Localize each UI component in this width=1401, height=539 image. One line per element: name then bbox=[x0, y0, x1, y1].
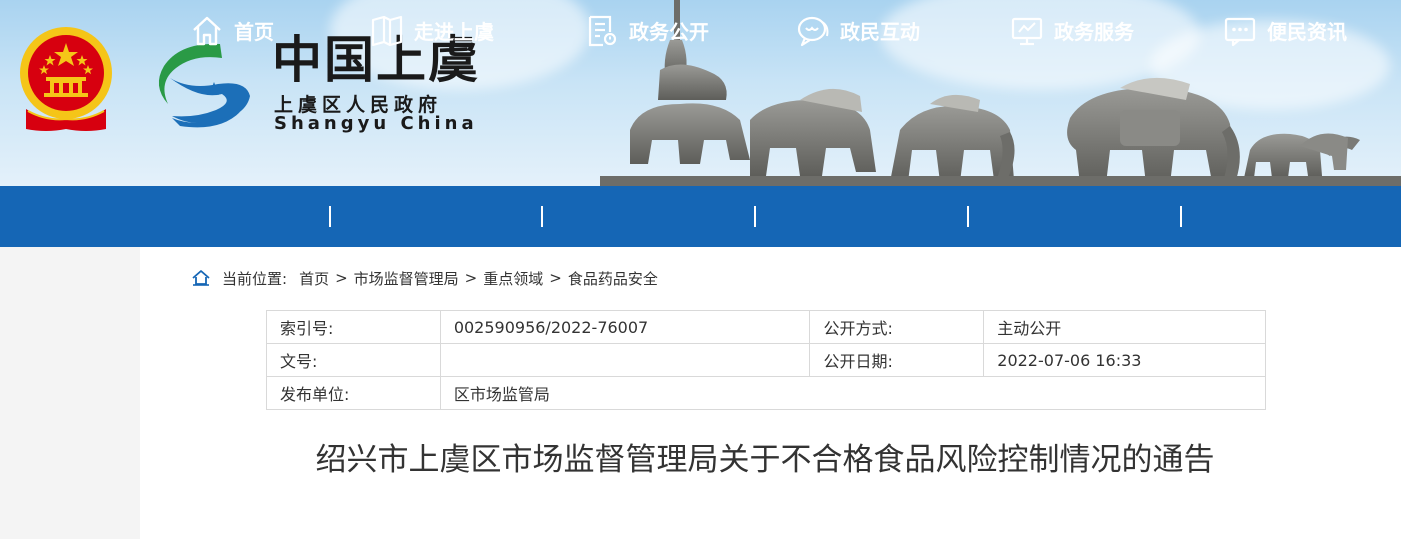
nav-separator bbox=[1180, 206, 1182, 227]
monitor-icon bbox=[1011, 17, 1043, 45]
doc-no-label: 文号: bbox=[266, 343, 441, 377]
doc-no-value bbox=[439, 343, 811, 377]
nav-item-label: 便民资讯 bbox=[1267, 20, 1347, 44]
publisher-label: 发布单位: bbox=[266, 376, 441, 410]
table-row: 索引号: 002590956/2022-76007 公开方式: 主动公开 bbox=[266, 310, 1266, 344]
article-title: 绍兴市上虞区市场监督管理局关于不合格食品风险控制情况的通告 bbox=[315, 442, 1215, 478]
nav-item-label: 政务服务 bbox=[1054, 20, 1134, 44]
book-icon bbox=[371, 15, 403, 46]
nav-item-label: 首页 bbox=[234, 20, 274, 44]
home-icon bbox=[193, 16, 221, 45]
disclosure-date-label: 公开日期: bbox=[809, 343, 985, 377]
nav-item-label: 走进上虞 bbox=[414, 20, 494, 44]
breadcrumb-link-home[interactable]: 首页 bbox=[299, 268, 329, 289]
nav-item-about[interactable]: 走进上虞 bbox=[370, 0, 494, 61]
breadcrumb-link-key-areas[interactable]: 重点领域 bbox=[483, 268, 543, 289]
message-icon bbox=[1224, 17, 1256, 46]
document-icon bbox=[588, 15, 617, 46]
nav-item-government-affairs[interactable]: 政务公开 bbox=[585, 0, 709, 61]
nav-item-services[interactable]: 政务服务 bbox=[1010, 0, 1134, 61]
breadcrumb-link-food-drug-safety[interactable]: 食品药品安全 bbox=[568, 268, 658, 289]
disclosure-date-value: 2022-07-06 16:33 bbox=[983, 343, 1266, 377]
index-label: 索引号: bbox=[266, 310, 441, 344]
chat-icon bbox=[797, 16, 829, 46]
nav-item-label: 政民互动 bbox=[840, 20, 920, 44]
breadcrumb-link-market-bureau[interactable]: 市场监督管理局 bbox=[354, 268, 459, 289]
nav-item-home[interactable]: 首页 bbox=[190, 0, 274, 61]
table-row: 发布单位: 区市场监管局 bbox=[266, 376, 1267, 410]
breadcrumb-separator: > bbox=[464, 269, 478, 287]
disclosure-mode-value: 主动公开 bbox=[983, 310, 1266, 344]
breadcrumb: 当前位置: 首页 > 市场监督管理局 > 重点领域 > 食品药品安全 bbox=[192, 266, 658, 290]
publisher-value: 区市场监管局 bbox=[439, 376, 1267, 410]
document-meta-table: 索引号: 002590956/2022-76007 公开方式: 主动公开 文号:… bbox=[266, 310, 1267, 410]
location-home-icon bbox=[192, 270, 210, 286]
index-value: 002590956/2022-76007 bbox=[439, 310, 811, 344]
nav-separator bbox=[967, 206, 969, 227]
main-nav bbox=[0, 186, 1401, 247]
table-row: 文号: 公开日期: 2022-07-06 16:33 bbox=[266, 343, 1266, 377]
nav-separator bbox=[329, 206, 331, 227]
nav-item-label: 政务公开 bbox=[629, 20, 709, 44]
nav-item-interaction[interactable]: 政民互动 bbox=[796, 0, 920, 61]
disclosure-mode-label: 公开方式: bbox=[809, 310, 985, 344]
breadcrumb-separator: > bbox=[549, 269, 562, 287]
brand-english: Shangyu China bbox=[274, 113, 478, 134]
national-emblem-icon bbox=[20, 27, 112, 131]
nav-separator bbox=[541, 206, 543, 227]
breadcrumb-prefix: 当前位置: bbox=[222, 269, 288, 288]
nav-separator bbox=[754, 206, 756, 227]
nav-item-convenience-info[interactable]: 便民资讯 bbox=[1223, 0, 1347, 61]
breadcrumb-separator: > bbox=[335, 269, 348, 287]
